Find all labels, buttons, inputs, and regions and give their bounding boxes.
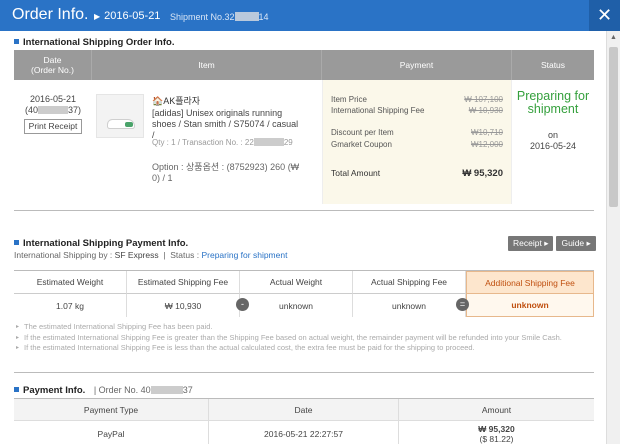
- close-icon[interactable]: ✕: [589, 0, 620, 31]
- order-table: Date (Order No.) Item Payment Status 201…: [14, 50, 594, 204]
- shipping-payment-title: International Shipping Payment Info.: [14, 238, 188, 249]
- triangle-right-icon: ▶: [94, 12, 101, 21]
- order-section-title: International Shipping Order Info.: [14, 37, 174, 48]
- bullet-icon: [14, 387, 19, 392]
- item-price-row: Item Price ₩ 107,100: [331, 95, 503, 104]
- note-item: If the estimated International Shipping …: [16, 343, 593, 354]
- est-fee-value: ₩ 10,930: [127, 294, 240, 317]
- shipping-notes: The estimated International Shipping Fee…: [16, 322, 593, 354]
- payment-type: PayPal: [14, 421, 209, 444]
- shipping-fee-header: Estimated Weight Estimated Shipping Fee …: [14, 271, 594, 294]
- column-header-payment: Payment: [322, 50, 512, 80]
- note-item: The estimated International Shipping Fee…: [16, 322, 593, 333]
- order-date: 2016-05-21: [29, 94, 77, 104]
- masked-text: [253, 138, 284, 146]
- divider: [14, 210, 594, 211]
- shipping-fee-row: 1.07 kg ₩ 10,930 unknown unknown unknown: [14, 294, 594, 317]
- order-date-header: ▶ 2016-05-21: [94, 10, 161, 22]
- bullet-icon: [14, 240, 19, 245]
- masked-text: [234, 12, 259, 21]
- payment-cell: Item Price ₩ 107,100 International Shippi…: [322, 80, 512, 204]
- discount-row: Discount per Item ₩10,710: [331, 128, 503, 137]
- payment-amount-usd: ($ 81.22): [479, 434, 514, 444]
- coupon-row: Gmarket Coupon ₩12,000: [331, 140, 503, 149]
- bullet-icon: [14, 39, 19, 44]
- product-image[interactable]: [96, 94, 144, 138]
- shoe-heel: [125, 122, 133, 127]
- masked-text: [150, 386, 183, 394]
- column-header-est-fee: Estimated Shipping Fee: [127, 271, 240, 294]
- shipping-status: Preparing for shipment: [201, 250, 288, 260]
- total-row: Total Amount ₩ 95,320: [331, 168, 503, 179]
- shipping-carrier-line: International Shipping by : SF Express |…: [14, 250, 288, 260]
- store-name[interactable]: 🏠AK플라자: [152, 94, 200, 107]
- product-name[interactable]: [adidas] Unisex originals running shoes …: [152, 108, 300, 141]
- order-table-header: Date (Order No.) Item Payment Status: [14, 50, 594, 80]
- column-header-actual-weight: Actual Weight: [240, 271, 353, 294]
- divider: [14, 372, 594, 373]
- payment-info-header: Payment Type Date Amount: [14, 399, 594, 421]
- column-header-additional-fee: Additional Shipping Fee: [466, 271, 594, 294]
- payment-amount-cell: ₩ 95,320 ($ 81.22): [399, 421, 594, 444]
- column-header-payment-type: Payment Type: [14, 399, 209, 420]
- shipping-fee-table: Estimated Weight Estimated Shipping Fee …: [14, 270, 594, 317]
- order-date-cell: 2016-05-21 (40 37) Print Receipt: [14, 80, 92, 204]
- qty-transaction: Qty : 1 / Transaction No. : 22 29: [152, 138, 293, 147]
- column-header-item: Item: [92, 50, 322, 80]
- carrier-name: SF Express: [114, 250, 159, 260]
- column-header-est-weight: Estimated Weight: [14, 271, 127, 294]
- scrollbar-thumb[interactable]: [609, 47, 618, 207]
- item-cell: 🏠AK플라자 [adidas] Unisex originals running…: [92, 80, 322, 204]
- status-date: 2016-05-24: [529, 141, 577, 151]
- column-header-amount: Amount: [481, 404, 512, 415]
- scroll-up-icon[interactable]: ▲: [607, 31, 620, 45]
- payment-info-title: Payment Info. | Order No. 40 37: [14, 385, 193, 396]
- intl-fee-row: International Shipping Fee ₩ 10,930: [331, 106, 503, 115]
- actual-fee-value: unknown: [353, 294, 466, 317]
- column-header-date: Date (Order No.): [14, 50, 92, 80]
- masked-text: [38, 106, 68, 114]
- column-header-actual-fee: Actual Shipping Fee: [353, 271, 466, 294]
- order-number: (40 37): [24, 105, 82, 115]
- guide-button[interactable]: Guide ▸: [556, 236, 596, 251]
- payment-info-table: Payment Type Date Amount PayPal 2016-05-…: [14, 398, 594, 444]
- est-weight-value: 1.07 kg: [14, 294, 127, 317]
- shipment-number: Shipment No.32 14: [170, 12, 269, 22]
- note-item: If the estimated International Shipping …: [16, 333, 593, 344]
- shipping-payment-buttons: Receipt ▸ Guide ▸: [508, 236, 596, 251]
- print-receipt-button[interactable]: Print Receipt: [23, 119, 83, 134]
- receipt-button[interactable]: Receipt ▸: [508, 236, 554, 251]
- status-cell: Preparing for shipment on 2016-05-24: [512, 80, 594, 204]
- column-header-status: Status: [540, 60, 566, 70]
- minus-icon: -: [236, 298, 249, 311]
- payment-date: 2016-05-21 22:27:57: [209, 421, 399, 444]
- window-title: Order Info.: [12, 6, 89, 23]
- vertical-scrollbar[interactable]: ▲: [606, 31, 620, 444]
- equals-icon: =: [456, 298, 469, 311]
- actual-weight-value: unknown: [240, 294, 353, 317]
- payment-info-row: PayPal 2016-05-21 22:27:57 ₩ 95,320 ($ 8…: [14, 421, 594, 444]
- status-text: Preparing for shipment: [516, 89, 590, 116]
- order-row: 2016-05-21 (40 37) Print Receipt 🏠AK플라자 […: [14, 80, 594, 204]
- product-option: Option : 상품옵션 : (8752923) 260 (₩ 0) / 1: [152, 162, 300, 183]
- status-on-label: on: [547, 130, 558, 140]
- window-header: Order Info. ▶ 2016-05-21 Shipment No.32 14…: [0, 0, 620, 31]
- additional-fee-value: unknown: [466, 294, 594, 317]
- payment-amount: ₩ 95,320: [478, 424, 515, 434]
- column-header-date: Date: [209, 399, 399, 420]
